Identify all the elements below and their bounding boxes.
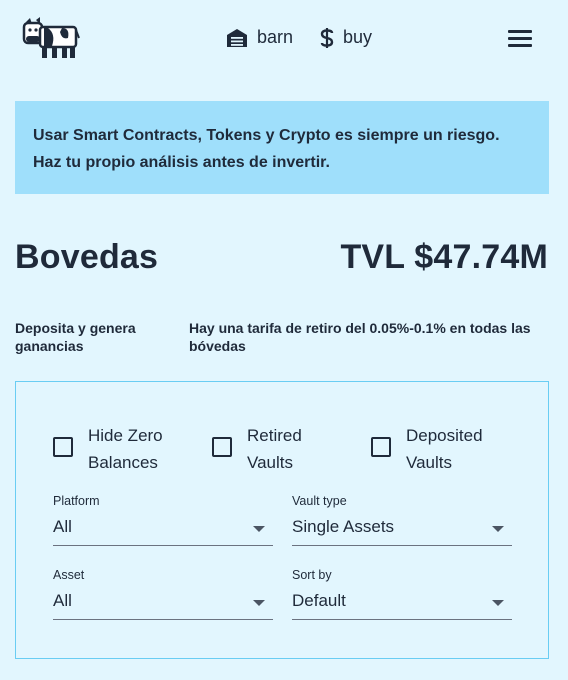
chevron-down-icon bbox=[253, 600, 265, 606]
chevron-down-icon bbox=[492, 526, 504, 532]
chevron-down-icon bbox=[253, 526, 265, 532]
platform-select-value: All bbox=[53, 517, 72, 536]
sort-by-select[interactable]: Sort by Default bbox=[292, 568, 512, 620]
deposited-vaults-checkbox[interactable]: Deposited Vaults bbox=[371, 422, 501, 476]
header: barn buy bbox=[0, 0, 568, 80]
asset-select-label: Asset bbox=[53, 568, 85, 582]
checkbox-label: Deposited Vaults bbox=[406, 426, 483, 472]
page-title: Bovedas bbox=[15, 238, 159, 276]
hide-zero-balances-checkbox[interactable]: Hide Zero Balances bbox=[53, 422, 183, 476]
vault-type-select[interactable]: Vault type Single Assets bbox=[292, 494, 512, 546]
sort-by-select-label: Sort by bbox=[292, 568, 332, 582]
barn-icon bbox=[226, 28, 248, 47]
risk-warning-text: Usar Smart Contracts, Tokens y Crypto es… bbox=[33, 127, 500, 171]
tvl-value: TVL $47.74M bbox=[340, 238, 548, 276]
nav-barn-link[interactable]: barn bbox=[226, 27, 293, 48]
checkbox-label: Hide Zero Balances bbox=[88, 426, 163, 472]
vault-type-select-label: Vault type bbox=[292, 494, 347, 508]
checkbox-box[interactable] bbox=[53, 437, 73, 457]
hamburger-menu-icon[interactable] bbox=[508, 30, 532, 48]
nav-buy-label: buy bbox=[343, 27, 373, 47]
filter-panel: Hide Zero Balances Retired Vaults Deposi… bbox=[15, 381, 549, 659]
dollar-icon bbox=[320, 27, 334, 48]
sort-by-select-value: Default bbox=[292, 591, 346, 610]
risk-warning-banner: Usar Smart Contracts, Tokens y Crypto es… bbox=[15, 101, 549, 194]
cow-logo-icon[interactable] bbox=[22, 16, 80, 62]
platform-select-label: Platform bbox=[53, 494, 100, 508]
chevron-down-icon bbox=[492, 600, 504, 606]
retired-vaults-checkbox[interactable]: Retired Vaults bbox=[212, 422, 342, 476]
checkbox-box[interactable] bbox=[371, 437, 391, 457]
asset-select[interactable]: Asset All bbox=[53, 568, 273, 620]
asset-select-value: All bbox=[53, 591, 72, 610]
subtitle-earn: Deposita y genera ganancias bbox=[15, 320, 136, 354]
nav-barn-label: barn bbox=[257, 27, 294, 47]
nav-buy-link[interactable]: buy bbox=[320, 27, 372, 48]
platform-select[interactable]: Platform All bbox=[53, 494, 273, 546]
vault-type-select-value: Single Assets bbox=[292, 517, 395, 536]
checkbox-box[interactable] bbox=[212, 437, 232, 457]
subtitle-withdraw-fee: Hay una tarifa de retiro del 0.05%-0.1% … bbox=[189, 320, 531, 354]
checkbox-label: Retired Vaults bbox=[247, 426, 302, 472]
